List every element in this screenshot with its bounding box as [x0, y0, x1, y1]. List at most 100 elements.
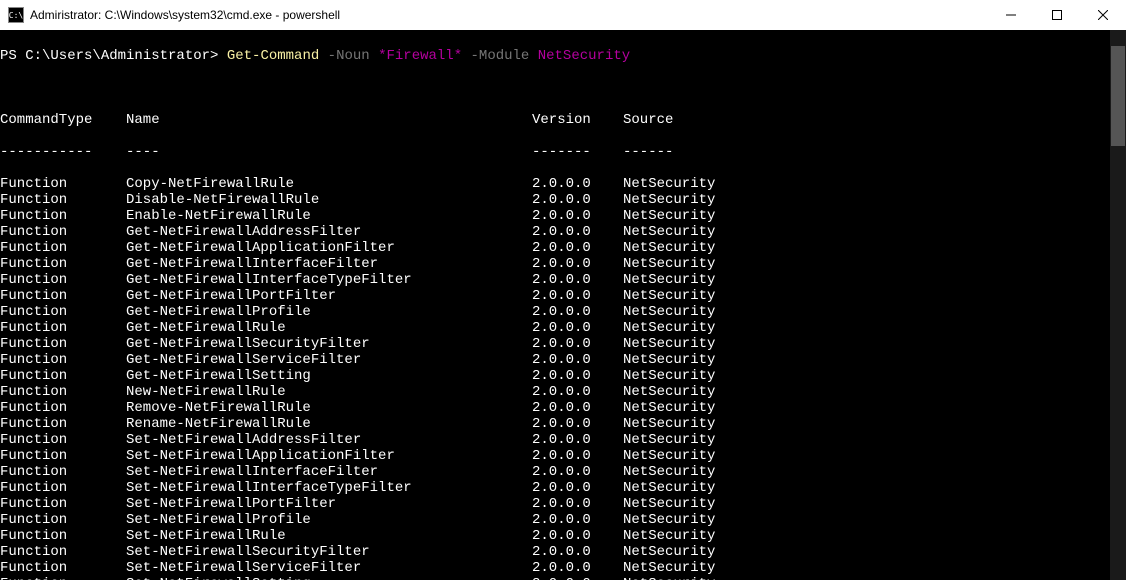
- window-titlebar: C:\ Admiristrator: C:\Windows\system32\c…: [0, 0, 1126, 30]
- cell-version: 2.0.0.0: [532, 384, 623, 400]
- cell-commandtype: Function: [0, 224, 126, 240]
- cell-version: 2.0.0.0: [532, 304, 623, 320]
- table-row: FunctionSet-NetFirewallProfile2.0.0.0Net…: [0, 512, 1110, 528]
- cell-source: NetSecurity: [623, 432, 715, 448]
- cell-commandtype: Function: [0, 336, 126, 352]
- cell-commandtype: Function: [0, 432, 126, 448]
- cell-name: Remove-NetFirewallRule: [126, 400, 532, 416]
- terminal-content[interactable]: PS C:\Users\Administrator> Get-Command -…: [0, 30, 1110, 580]
- table-row: FunctionGet-NetFirewallPortFilter2.0.0.0…: [0, 288, 1110, 304]
- cell-name: Set-NetFirewallServiceFilter: [126, 560, 532, 576]
- cell-commandtype: Function: [0, 192, 126, 208]
- window-title: Admiristrator: C:\Windows\system32\cmd.e…: [30, 8, 988, 22]
- cell-source: NetSecurity: [623, 560, 715, 576]
- scrollbar-thumb[interactable]: [1111, 46, 1125, 146]
- cell-source: NetSecurity: [623, 336, 715, 352]
- table-row: FunctionRename-NetFirewallRule2.0.0.0Net…: [0, 416, 1110, 432]
- table-row: FunctionGet-NetFirewallSecurityFilter2.0…: [0, 336, 1110, 352]
- cell-source: NetSecurity: [623, 400, 715, 416]
- close-button[interactable]: [1080, 0, 1126, 30]
- cell-version: 2.0.0.0: [532, 464, 623, 480]
- table-row: FunctionGet-NetFirewallInterfaceFilter2.…: [0, 256, 1110, 272]
- cell-source: NetSecurity: [623, 240, 715, 256]
- cell-name: New-NetFirewallRule: [126, 384, 532, 400]
- cell-commandtype: Function: [0, 528, 126, 544]
- cell-source: NetSecurity: [623, 224, 715, 240]
- scrollbar[interactable]: [1110, 30, 1126, 580]
- cell-source: NetSecurity: [623, 352, 715, 368]
- cell-version: 2.0.0.0: [532, 272, 623, 288]
- cell-version: 2.0.0.0: [532, 336, 623, 352]
- cell-name: Get-NetFirewallPortFilter: [126, 288, 532, 304]
- cmd-name: Get-Command: [227, 48, 319, 64]
- cell-commandtype: Function: [0, 496, 126, 512]
- table-row: FunctionSet-NetFirewallAddressFilter2.0.…: [0, 432, 1110, 448]
- cell-name: Get-NetFirewallAddressFilter: [126, 224, 532, 240]
- terminal-area[interactable]: PS C:\Users\Administrator> Get-Command -…: [0, 30, 1126, 580]
- table-row: FunctionGet-NetFirewallSetting2.0.0.0Net…: [0, 368, 1110, 384]
- table-row: FunctionGet-NetFirewallServiceFilter2.0.…: [0, 352, 1110, 368]
- cell-name: Set-NetFirewallApplicationFilter: [126, 448, 532, 464]
- cell-version: 2.0.0.0: [532, 400, 623, 416]
- cell-commandtype: Function: [0, 240, 126, 256]
- cell-name: Copy-NetFirewallRule: [126, 176, 532, 192]
- cell-name: Get-NetFirewallSecurityFilter: [126, 336, 532, 352]
- cell-name: Get-NetFirewallApplicationFilter: [126, 240, 532, 256]
- cell-version: 2.0.0.0: [532, 320, 623, 336]
- cell-name: Set-NetFirewallSetting: [126, 576, 532, 580]
- cell-commandtype: Function: [0, 368, 126, 384]
- cell-version: 2.0.0.0: [532, 368, 623, 384]
- table-row: FunctionSet-NetFirewallApplicationFilter…: [0, 448, 1110, 464]
- cell-name: Set-NetFirewallInterfaceFilter: [126, 464, 532, 480]
- table-row: FunctionNew-NetFirewallRule2.0.0.0NetSec…: [0, 384, 1110, 400]
- cell-commandtype: Function: [0, 416, 126, 432]
- table-divider-row: ----------------------------: [0, 144, 1110, 160]
- table-row: FunctionSet-NetFirewallInterfaceTypeFilt…: [0, 480, 1110, 496]
- cell-name: Disable-NetFirewallRule: [126, 192, 532, 208]
- table-header-row: CommandTypeNameVersionSource: [0, 112, 1110, 128]
- cell-source: NetSecurity: [623, 288, 715, 304]
- cell-source: NetSecurity: [623, 192, 715, 208]
- cell-source: NetSecurity: [623, 416, 715, 432]
- maximize-button[interactable]: [1034, 0, 1080, 30]
- cell-name: Get-NetFirewallSetting: [126, 368, 532, 384]
- cell-source: NetSecurity: [623, 576, 715, 580]
- divider-type: -----------: [0, 144, 126, 160]
- cell-source: NetSecurity: [623, 256, 715, 272]
- blank-line: [0, 80, 1110, 96]
- cmd-arg-module: NetSecurity: [529, 48, 630, 64]
- table-row: FunctionSet-NetFirewallSetting2.0.0.0Net…: [0, 576, 1110, 580]
- cell-name: Get-NetFirewallInterfaceTypeFilter: [126, 272, 532, 288]
- table-row: FunctionGet-NetFirewallAddressFilter2.0.…: [0, 224, 1110, 240]
- cell-version: 2.0.0.0: [532, 448, 623, 464]
- cmd-param-noun: -Noun: [319, 48, 369, 64]
- cell-source: NetSecurity: [623, 272, 715, 288]
- cell-name: Get-NetFirewallRule: [126, 320, 532, 336]
- table-row: FunctionSet-NetFirewallSecurityFilter2.0…: [0, 544, 1110, 560]
- cell-version: 2.0.0.0: [532, 256, 623, 272]
- cell-version: 2.0.0.0: [532, 512, 623, 528]
- cell-commandtype: Function: [0, 400, 126, 416]
- table-row: FunctionEnable-NetFirewallRule2.0.0.0Net…: [0, 208, 1110, 224]
- cell-commandtype: Function: [0, 208, 126, 224]
- cell-name: Set-NetFirewallRule: [126, 528, 532, 544]
- divider-name: ----: [126, 144, 532, 160]
- minimize-button[interactable]: [988, 0, 1034, 30]
- cell-source: NetSecurity: [623, 384, 715, 400]
- cell-commandtype: Function: [0, 560, 126, 576]
- cell-version: 2.0.0.0: [532, 576, 623, 580]
- cell-version: 2.0.0.0: [532, 192, 623, 208]
- cmd-param-module: -Module: [462, 48, 529, 64]
- cell-name: Get-NetFirewallProfile: [126, 304, 532, 320]
- cell-name: Set-NetFirewallPortFilter: [126, 496, 532, 512]
- cell-version: 2.0.0.0: [532, 352, 623, 368]
- cmd-arg-noun: *Firewall*: [370, 48, 462, 64]
- cell-source: NetSecurity: [623, 464, 715, 480]
- table-row: FunctionSet-NetFirewallServiceFilter2.0.…: [0, 560, 1110, 576]
- table-row: FunctionSet-NetFirewallPortFilter2.0.0.0…: [0, 496, 1110, 512]
- cell-commandtype: Function: [0, 576, 126, 580]
- divider-source: ------: [623, 144, 673, 160]
- cell-commandtype: Function: [0, 176, 126, 192]
- cell-commandtype: Function: [0, 320, 126, 336]
- table-row: FunctionSet-NetFirewallRule2.0.0.0NetSec…: [0, 528, 1110, 544]
